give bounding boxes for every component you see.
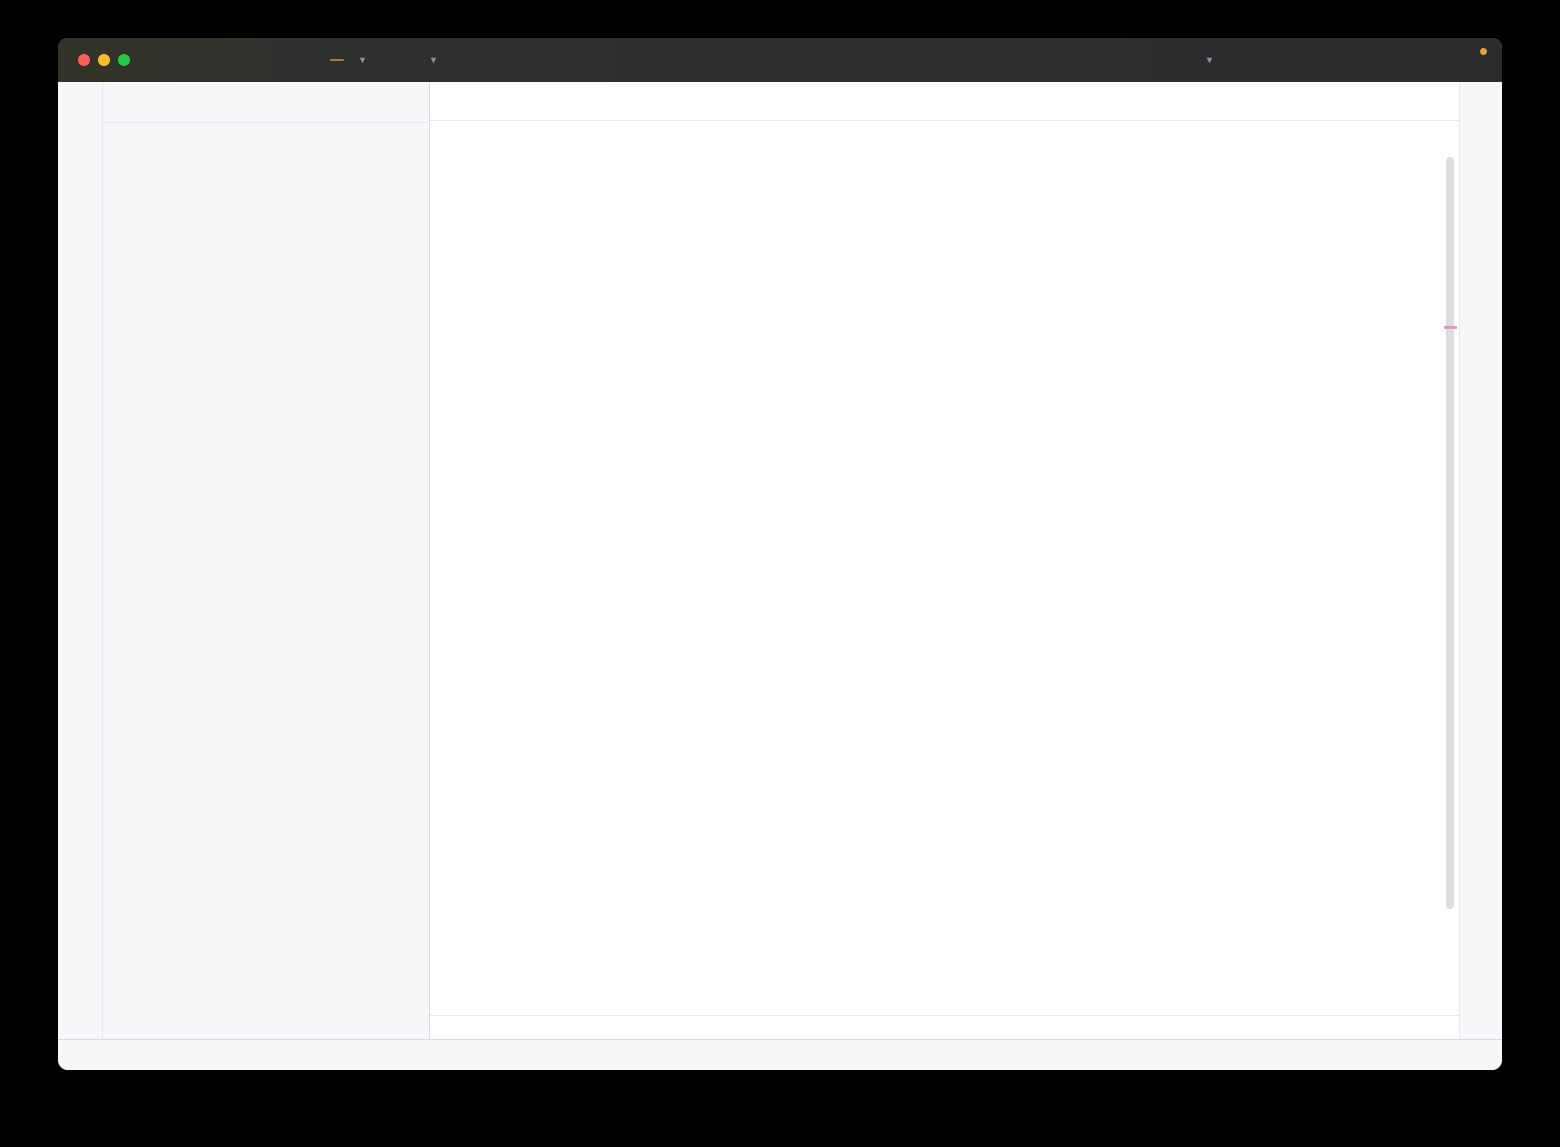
zoom-window-button[interactable] — [118, 54, 130, 66]
branch-widget[interactable]: ▾ — [399, 51, 436, 69]
project-widget[interactable]: ▾ — [330, 55, 365, 66]
ide-window: ▾ ▾ ▾ — [58, 38, 1502, 1070]
settings-button[interactable] — [1464, 49, 1486, 71]
more-actions-button[interactable] — [1316, 49, 1338, 71]
right-tool-stripe — [1459, 82, 1502, 1040]
docker-icon — [1171, 51, 1189, 69]
branch-icon — [399, 51, 417, 69]
editor-tabs — [430, 82, 1459, 121]
search-everywhere-button[interactable] — [1422, 49, 1444, 71]
close-window-button[interactable] — [78, 54, 90, 66]
desktop: ▾ ▾ ▾ — [0, 0, 1560, 1147]
chevron-down-icon: ▾ — [360, 55, 365, 66]
panel-title — [103, 82, 429, 123]
run-button[interactable] — [1232, 49, 1254, 71]
panel-toolbar — [103, 123, 429, 163]
window-controls — [78, 54, 130, 66]
titlebar-actions: ▾ — [1171, 49, 1502, 71]
editor-scrollbar[interactable] — [1446, 157, 1454, 909]
editor-breadcrumb[interactable] — [430, 1015, 1459, 1040]
status-bar — [58, 1039, 1502, 1070]
error-stripe-mark[interactable] — [1444, 326, 1457, 329]
minimize-window-button[interactable] — [98, 54, 110, 66]
explorer-tree — [103, 163, 429, 1040]
chevron-down-icon: ▾ — [431, 55, 436, 66]
editor-area — [430, 82, 1459, 1040]
settings-notification-dot — [1480, 48, 1487, 55]
left-tool-stripe — [58, 82, 103, 1040]
titlebar: ▾ ▾ ▾ — [58, 38, 1502, 82]
run-config-selector[interactable]: ▾ — [1171, 51, 1212, 69]
main-content — [58, 82, 1502, 1040]
amplicode-explorer-panel — [103, 82, 430, 1040]
code-editor[interactable] — [430, 121, 1459, 1015]
vcs-changes-badge — [330, 59, 344, 61]
debug-button[interactable] — [1274, 49, 1296, 71]
chevron-down-icon: ▾ — [1207, 55, 1212, 66]
